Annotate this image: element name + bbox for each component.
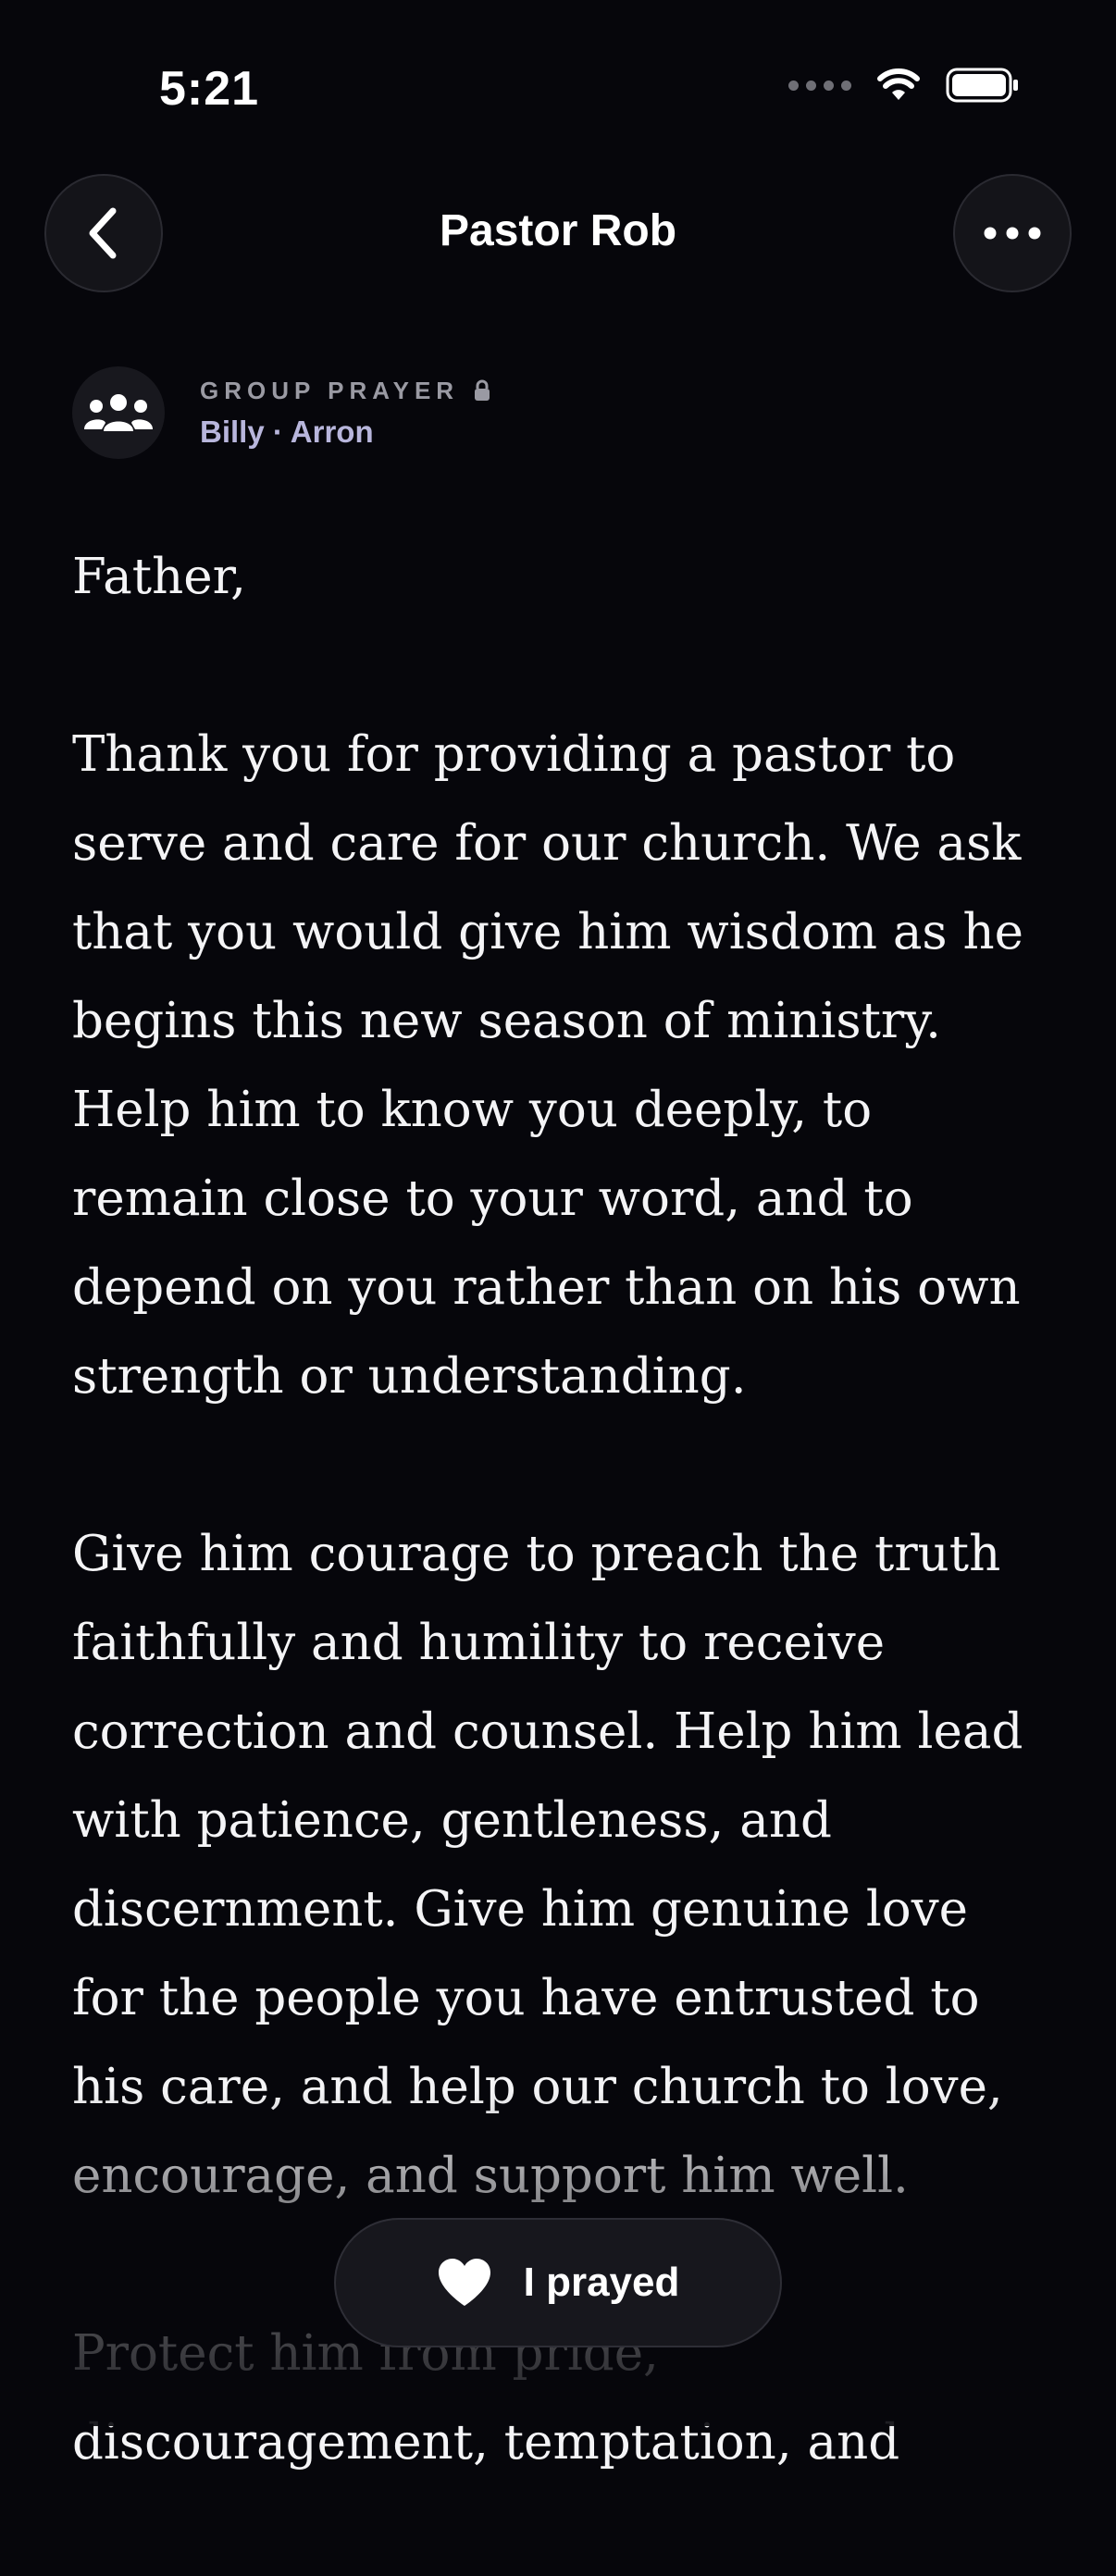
lock-icon (475, 379, 490, 401)
battery-icon (946, 68, 1018, 103)
page-title: Pastor Rob (439, 206, 677, 255)
more-options-button[interactable] (953, 174, 1072, 292)
group-icon (84, 394, 153, 431)
group-members: Billy · Arron (200, 414, 374, 449)
ellipsis-icon (984, 227, 1041, 240)
status-indicators (788, 67, 1020, 104)
prayer-meta: GROUP PRAYER Billy · Arron (72, 366, 490, 459)
prayer-paragraph: Thank you for providing a pastor to serv… (72, 726, 1023, 1405)
prayer-type-label: GROUP PRAYER (200, 377, 490, 405)
signal-icon (788, 80, 851, 91)
status-time: 5:21 (159, 62, 260, 116)
group-avatar (72, 366, 165, 459)
i-prayed-label: I prayed (523, 2260, 680, 2305)
i-prayed-button[interactable]: I prayed (334, 2218, 782, 2347)
prayer-type-text: GROUP PRAYER (200, 376, 460, 404)
wifi-icon (877, 68, 920, 100)
heart-icon (438, 2259, 490, 2306)
status-bar: 5:21 (0, 0, 1116, 139)
prayer-greeting: Father, (72, 549, 246, 605)
